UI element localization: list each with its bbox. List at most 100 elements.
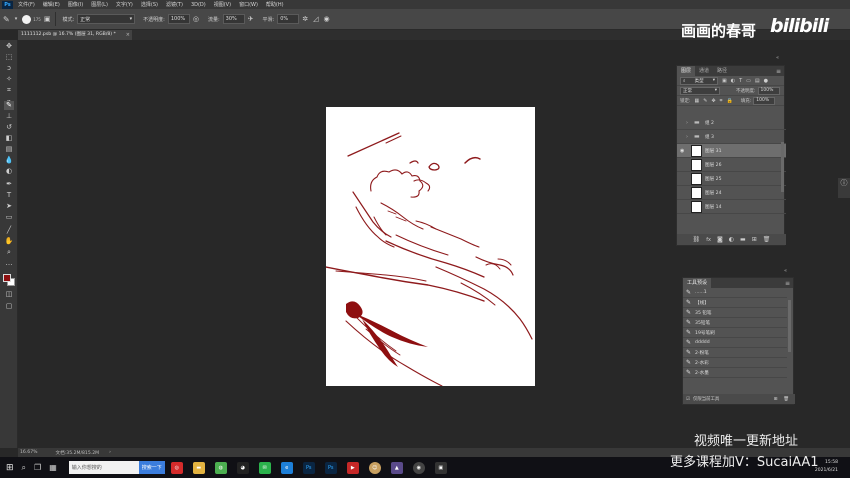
fill-field[interactable]: 100% [753, 96, 776, 105]
pressure-size-icon[interactable]: ◉ [323, 15, 329, 23]
menu-image[interactable]: 图像(I) [68, 1, 83, 8]
layer-opacity-field[interactable]: 100% [757, 86, 780, 95]
new-preset-icon[interactable]: ⊞ [774, 397, 778, 402]
tab-channels[interactable]: 通道 [695, 66, 713, 76]
quick-select-tool-icon[interactable]: ✧ [4, 75, 14, 84]
adjustment-layer-icon[interactable]: ◐ [729, 236, 734, 243]
preset-item[interactable]: ✎ ddddd [683, 338, 787, 348]
menu-view[interactable]: 视图(V) [214, 1, 231, 8]
zoom-tool-icon[interactable]: ⌕ [4, 248, 14, 257]
taskbar-search-input[interactable]: 输入你想搜的 [68, 461, 139, 474]
panel-collapse-icon[interactable]: « [784, 268, 787, 274]
pen-tool-icon[interactable]: ✒ [4, 180, 14, 189]
filter-type-icon[interactable]: T [739, 78, 742, 84]
tab-paths[interactable]: 路径 [713, 66, 731, 76]
opacity-field[interactable]: 100% [167, 14, 190, 24]
document-tab[interactable]: 1111112.psb @ 16.7% (图层 31, RGB/8) * × [18, 30, 132, 40]
add-mask-icon[interactable]: ◙ [717, 236, 723, 243]
lock-pixels-icon[interactable]: ✎ [703, 98, 707, 104]
crop-tool-icon[interactable]: ⌗ [4, 86, 14, 95]
path-select-tool-icon[interactable]: ➤ [4, 202, 14, 211]
filter-adjustment-icon[interactable]: ◐ [731, 78, 735, 84]
chevron-right-icon[interactable]: › [686, 120, 688, 126]
move-tool-icon[interactable]: ✥ [4, 42, 14, 51]
blend-mode-select[interactable]: 正常 ▾ [680, 86, 720, 95]
preset-item[interactable]: ✎ 2-水墨 [683, 368, 787, 378]
brush-preview-icon[interactable] [22, 14, 32, 24]
filter-pixel-icon[interactable]: ▣ [722, 78, 727, 84]
taskbar-search-button[interactable]: 搜索一下 [138, 461, 165, 474]
lock-artboard-icon[interactable]: ⌗ [720, 98, 723, 104]
lasso-tool-icon[interactable]: ↄ [4, 64, 14, 73]
close-icon[interactable]: × [126, 30, 130, 40]
zoom-level[interactable]: 16.67% [20, 450, 38, 455]
angle-icon[interactable]: ◿ [313, 15, 318, 23]
fx-icon[interactable]: fx [706, 237, 711, 243]
layer-row-group-2[interactable]: › ▬ 组 2 [677, 116, 786, 130]
lock-transparent-icon[interactable]: ▦ [695, 98, 700, 104]
brush-settings-icon[interactable]: ▣ [44, 15, 51, 23]
panel-collapse-icon[interactable]: « [776, 55, 779, 61]
eraser-tool-icon[interactable]: ◧ [4, 134, 14, 143]
info-icon[interactable]: ⓘ [841, 179, 848, 187]
menu-window[interactable]: 窗口(W) [239, 1, 258, 8]
brush-tool-icon[interactable]: ✎ [3, 15, 10, 24]
airbrush-icon[interactable]: ✈ [248, 15, 254, 23]
blur-tool-icon[interactable]: 💧 [4, 156, 14, 165]
menu-select[interactable]: 选择(S) [141, 1, 158, 8]
delete-layer-icon[interactable]: 🗑 [763, 236, 771, 243]
preset-item[interactable]: ✎ ......1 [683, 288, 787, 298]
layer-row-26[interactable]: 图层 26 [677, 158, 786, 172]
layers-scrollbar[interactable] [781, 142, 784, 192]
stamp-tool-icon[interactable]: ⊥ [4, 112, 14, 121]
pressure-opacity-icon[interactable]: ◎ [193, 15, 199, 23]
menu-layer[interactable]: 图层(L) [91, 1, 108, 8]
lock-position-icon[interactable]: ✥ [711, 98, 715, 104]
quick-mask-icon[interactable]: ◫ [4, 290, 14, 299]
layer-row-14[interactable]: 图层 14 [677, 200, 786, 214]
preset-item[interactable]: ✎ 35铅笔 [683, 318, 787, 328]
flow-field[interactable]: 30% [222, 14, 245, 24]
history-brush-tool-icon[interactable]: ↺ [4, 123, 14, 132]
link-layers-icon[interactable]: ⛓ [693, 236, 701, 243]
delete-preset-icon[interactable]: 🗑 [783, 397, 789, 402]
layer-row-31[interactable]: ◉ 图层 31 [677, 144, 786, 158]
filter-smart-icon[interactable]: ▤ [755, 78, 760, 84]
eye-icon[interactable]: ◉ [680, 148, 684, 154]
wechat-icon[interactable]: ✉ [258, 461, 271, 474]
lock-all-icon[interactable]: 🔒 [727, 98, 733, 104]
dodge-tool-icon[interactable]: ◐ [4, 167, 14, 176]
menu-help[interactable]: 帮助(H) [266, 1, 284, 8]
menu-filter[interactable]: 滤镜(T) [166, 1, 183, 8]
avatar-app-icon[interactable]: ☺ [368, 461, 381, 474]
layer-row-group-3[interactable]: › ▬ 组 3 [677, 130, 786, 144]
new-group-icon[interactable]: ▬ [740, 236, 746, 243]
menu-3d[interactable]: 3D(D) [191, 2, 206, 8]
foreground-color-swatch[interactable] [3, 274, 11, 282]
marquee-tool-icon[interactable]: ⬚ [4, 53, 14, 62]
preset-item[interactable]: ✎ 【线】 [683, 298, 787, 308]
filter-toggle-icon[interactable]: ● [764, 78, 768, 84]
task-view-icon[interactable]: ❐ [34, 463, 41, 472]
line-tool-icon[interactable]: ╱ [4, 226, 14, 235]
smoothing-field[interactable]: 0% [277, 14, 300, 24]
preset-item[interactable]: ✎ 35 铅笔 [683, 308, 787, 318]
gradient-tool-icon[interactable]: ▤ [4, 145, 14, 154]
tab-layers[interactable]: 图层 [677, 66, 696, 76]
photoshop-app-icon[interactable]: Ps [302, 461, 315, 474]
preset-item[interactable]: ✎ 19号笔刷 [683, 328, 787, 338]
browser-icon[interactable]: ◍ [214, 461, 227, 474]
capture-app-icon[interactable]: ◉ [412, 461, 425, 474]
widgets-icon[interactable]: ▦ [49, 463, 57, 472]
document-canvas[interactable] [325, 107, 535, 387]
chevron-right-icon[interactable]: › [686, 134, 688, 140]
more-tools-icon[interactable]: … [4, 259, 14, 268]
shape-tool-icon[interactable]: ▭ [4, 213, 14, 222]
search-icon[interactable]: ⌕ [22, 463, 26, 473]
current-tool-checkbox[interactable]: ☑ [686, 397, 690, 402]
menu-file[interactable]: 文件(F) [18, 1, 35, 8]
collapsed-panel-strip[interactable]: ⓘ [838, 178, 850, 198]
edge-icon[interactable]: e [280, 461, 293, 474]
recorder-app-icon[interactable]: ▶ [346, 461, 359, 474]
windows-start-icon[interactable]: ⊞ [6, 463, 14, 473]
